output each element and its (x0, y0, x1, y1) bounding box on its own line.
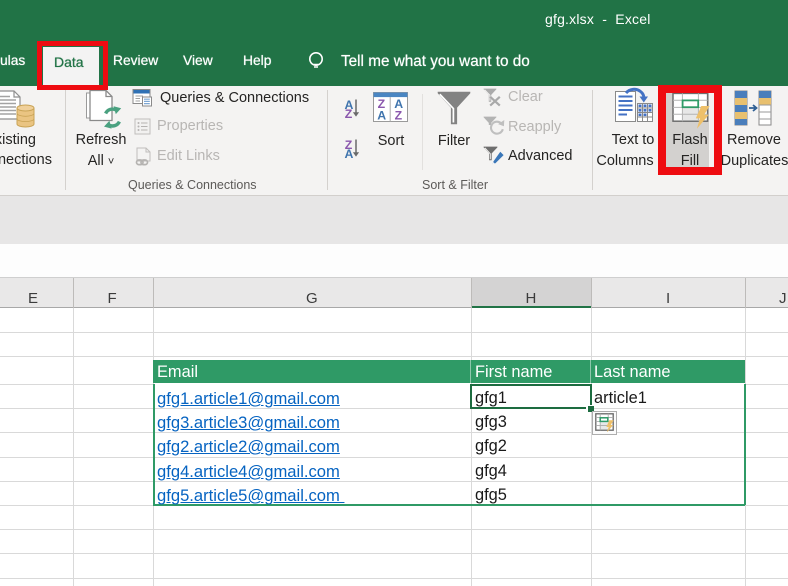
svg-text:A: A (377, 108, 386, 122)
svg-text:Z: Z (395, 108, 403, 122)
svg-text:Z: Z (345, 107, 353, 119)
svg-text:A: A (345, 147, 354, 159)
